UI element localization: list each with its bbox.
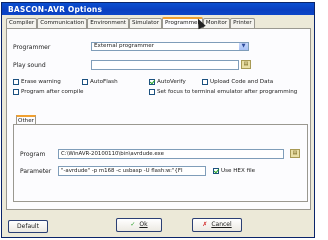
window-title: BASCON-AVR Options (8, 5, 103, 14)
use-hex-checkbox[interactable]: Use HEX file (213, 168, 255, 174)
program-after-compile-label: Program after compile (21, 89, 84, 95)
default-button-label: Default (17, 223, 39, 230)
autoflash-label: AutoFlash (90, 79, 118, 85)
checkbox-box[interactable] (202, 79, 208, 85)
checkmark-icon: ✓ (130, 221, 136, 228)
options-dialog: BASCON-AVR Options Compiler Communicatio… (1, 2, 315, 238)
default-button[interactable]: Default (8, 220, 48, 233)
parameter-label: Parameter (20, 168, 52, 175)
folder-browse-icon[interactable]: ▤ (241, 60, 251, 69)
other-panel: Program C:\WinAVR-20100110\bin\avrdude.e… (13, 124, 308, 202)
checkbox-box-checked[interactable] (213, 168, 219, 174)
focus-terminal-label: Set focus to terminal emulator after pro… (157, 89, 298, 95)
focus-terminal-checkbox[interactable]: Set focus to terminal emulator after pro… (149, 89, 297, 95)
checkbox-box[interactable] (82, 79, 88, 85)
ok-button-label: Ok (139, 221, 148, 228)
upload-code-data-checkbox[interactable]: Upload Code and Data (202, 79, 273, 85)
erase-warning-checkbox[interactable]: Erase warning (13, 79, 61, 85)
cancel-button[interactable]: ✗ Cancel (192, 218, 242, 232)
program-label: Program (20, 151, 46, 158)
programmer-panel: Programmer External programmer ▼ Play so… (6, 28, 311, 210)
erase-warning-label: Erase warning (21, 79, 61, 85)
parameter-input[interactable]: "-avrdude" -p m168 -c usbasp -U flash:w:… (58, 166, 206, 176)
play-sound-label: Play sound (13, 62, 46, 69)
cancel-button-label: Cancel (211, 221, 232, 228)
checkbox-box[interactable] (13, 79, 19, 85)
use-hex-label: Use HEX file (221, 168, 256, 174)
chevron-down-icon[interactable]: ▼ (239, 43, 248, 50)
program-path-input[interactable]: C:\WinAVR-20100110\bin\avrdude.exe (58, 149, 284, 159)
autoflash-checkbox[interactable]: AutoFlash (82, 79, 118, 85)
ok-button[interactable]: ✓ Ok (116, 218, 162, 232)
close-icon: ✗ (202, 221, 208, 228)
program-after-compile-checkbox[interactable]: Program after compile (13, 89, 83, 95)
checkbox-box[interactable] (149, 89, 155, 95)
autoverify-label: AutoVerify (157, 79, 186, 85)
autoverify-checkbox[interactable]: AutoVerify (149, 79, 186, 85)
tab-strip: Compiler Communication Environment Simul… (6, 17, 255, 30)
upload-code-data-label: Upload Code and Data (210, 79, 274, 85)
programmer-label: Programmer (13, 44, 51, 51)
programmer-select-value: External programmer (94, 43, 155, 49)
folder-browse-icon[interactable]: ▤ (290, 149, 300, 158)
play-sound-input[interactable] (91, 60, 239, 70)
checkbox-box-checked[interactable] (149, 79, 155, 85)
programmer-select[interactable]: External programmer ▼ (91, 42, 249, 51)
title-bar[interactable]: BASCON-AVR Options (2, 3, 314, 15)
checkbox-box[interactable] (13, 89, 19, 95)
